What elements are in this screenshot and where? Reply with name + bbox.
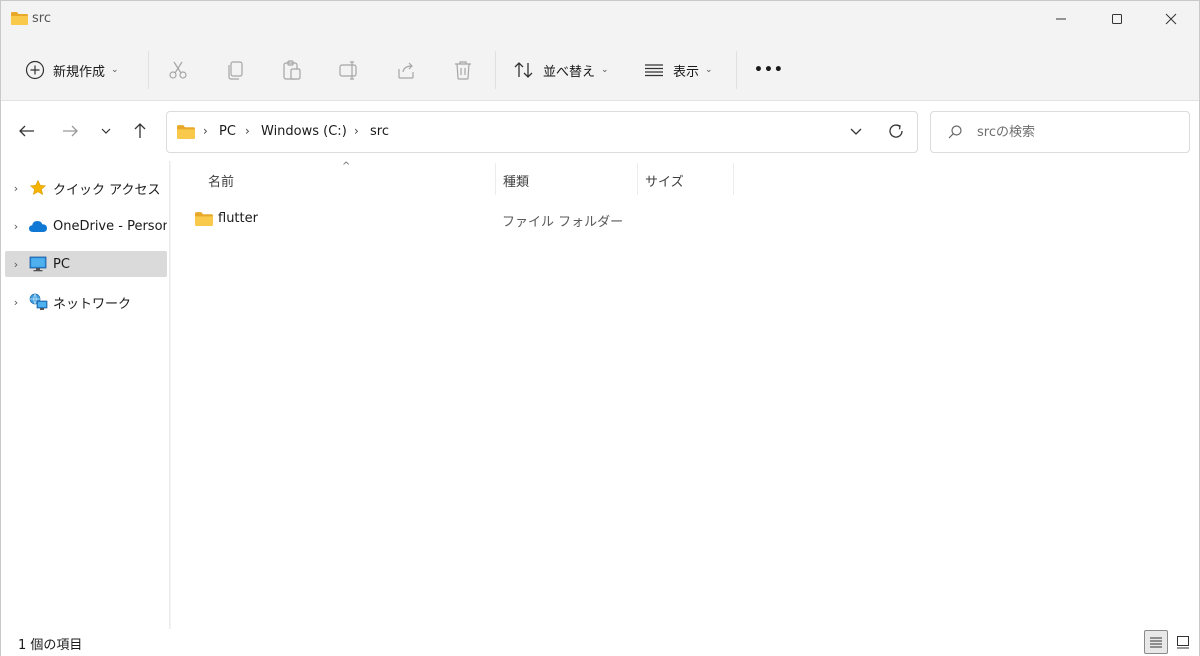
details-view-icon	[1150, 637, 1162, 648]
arrow-left-icon	[19, 125, 34, 137]
copy-icon	[228, 61, 243, 80]
folder-icon	[195, 212, 213, 226]
large-icons-view-button[interactable]	[1171, 630, 1195, 654]
chevron-down-icon: ⌄	[111, 65, 119, 75]
sidebar-item-pc[interactable]: › PC	[5, 251, 167, 277]
sidebar-item-label: ネットワーク	[53, 296, 132, 312]
column-header-name[interactable]: 名前	[208, 171, 234, 190]
title-bar: src	[1, 1, 1199, 39]
chevron-down-icon: ⌄	[601, 65, 609, 75]
folder-icon	[11, 12, 28, 25]
column-header-type[interactable]: 種類	[503, 171, 529, 190]
column-header-size[interactable]: サイズ	[645, 171, 684, 190]
command-bar: 新規作成 ⌄ 並べ替え ⌄ 表示 ⌄ •••	[1, 39, 1199, 101]
chevron-down-icon: ⌄	[705, 65, 713, 75]
sidebar-item-label: クイック アクセス	[53, 182, 161, 198]
file-type: ファイル フォルダー	[502, 215, 624, 230]
navigation-pane: › クイック アクセス › OneDrive - Personal › PC ›	[1, 161, 170, 629]
chevron-right-icon[interactable]: ›	[5, 296, 27, 309]
breadcrumb-separator-icon[interactable]: ›	[245, 124, 250, 138]
address-dropdown-button[interactable]	[849, 124, 863, 142]
window-title: src	[32, 11, 51, 26]
folder-icon	[177, 125, 195, 139]
cut-icon	[169, 61, 187, 79]
rename-icon	[339, 61, 357, 80]
view-button[interactable]: 表示 ⌄	[643, 55, 713, 85]
tiles-view-icon	[1177, 636, 1189, 649]
sidebar-item-network[interactable]: › ネットワーク	[5, 289, 167, 315]
item-count: 1 個の項目	[18, 638, 83, 653]
sidebar-item-quick-access[interactable]: › クイック アクセス	[5, 175, 167, 201]
network-icon	[27, 293, 49, 311]
breadcrumb-separator-icon[interactable]: ›	[203, 124, 208, 138]
search-input[interactable]	[977, 122, 1177, 142]
details-view-button[interactable]	[1144, 630, 1168, 654]
sort-arrows-icon	[514, 62, 533, 78]
file-name: flutter	[218, 211, 258, 226]
more-options-button[interactable]: •••	[754, 55, 784, 85]
view-button-label: 表示	[673, 64, 700, 80]
maximize-button[interactable]	[1089, 1, 1145, 37]
up-button[interactable]	[128, 119, 152, 143]
add-circle-icon	[25, 60, 45, 80]
toolbar-divider	[736, 51, 737, 89]
chevron-right-icon[interactable]: ›	[5, 220, 27, 233]
column-divider[interactable]	[733, 163, 734, 195]
onedrive-cloud-icon	[27, 219, 49, 233]
address-row: › PC › Windows (C:) › src	[1, 101, 1199, 161]
sort-button[interactable]: 並べ替え ⌄	[513, 55, 609, 85]
close-icon	[1165, 13, 1177, 25]
address-bar[interactable]: › PC › Windows (C:) › src	[166, 111, 918, 153]
sidebar-item-label: OneDrive - Personal	[53, 218, 167, 234]
chevron-right-icon[interactable]: ›	[5, 182, 27, 195]
file-row[interactable]: flutter ファイル フォルダー	[189, 205, 729, 233]
chevron-down-icon	[850, 128, 862, 135]
chevron-right-icon[interactable]: ›	[5, 258, 27, 271]
new-button[interactable]: 新規作成 ⌄	[25, 55, 119, 85]
maximize-icon	[1112, 14, 1122, 24]
star-icon	[27, 179, 49, 197]
toolbar-divider	[495, 51, 496, 89]
column-divider[interactable]	[637, 163, 638, 195]
close-button[interactable]	[1143, 1, 1199, 37]
search-icon	[948, 125, 962, 139]
copy-button[interactable]	[225, 55, 247, 85]
sidebar-item-label: PC	[53, 256, 70, 272]
more-options-icon: •••	[754, 62, 784, 78]
delete-button[interactable]	[452, 55, 474, 85]
paste-icon	[283, 60, 301, 80]
breadcrumb-separator-icon[interactable]: ›	[354, 124, 359, 138]
minimize-icon	[1056, 18, 1066, 20]
breadcrumb-pc[interactable]: PC	[219, 124, 236, 139]
paste-button[interactable]	[281, 55, 303, 85]
sidebar-item-onedrive[interactable]: › OneDrive - Personal	[5, 213, 167, 239]
chevron-down-icon	[101, 128, 111, 134]
arrow-up-icon	[134, 123, 146, 138]
sort-ascending-icon: ^	[342, 161, 351, 172]
breadcrumb-drive[interactable]: Windows (C:)	[261, 124, 347, 139]
toolbar-divider	[148, 51, 149, 89]
minimize-button[interactable]	[1033, 1, 1089, 37]
search-box[interactable]	[930, 111, 1190, 153]
recent-locations-button[interactable]	[94, 119, 118, 143]
cut-button[interactable]	[167, 55, 189, 85]
refresh-button[interactable]	[887, 122, 905, 144]
status-bar: 1 個の項目	[1, 629, 1199, 656]
back-button[interactable]	[15, 119, 39, 143]
pc-monitor-icon	[27, 256, 49, 272]
share-icon	[398, 62, 414, 79]
view-lines-icon	[645, 64, 663, 77]
sort-button-label: 並べ替え	[543, 64, 596, 80]
explorer-window: src 新規作成 ⌄ 並べ替え ⌄ 表示 ⌄ ••• › PC › Window…	[0, 0, 1200, 656]
new-button-label: 新規作成	[53, 64, 106, 80]
arrow-right-icon	[63, 125, 78, 137]
file-list-pane: ^ 名前 種類 サイズ flutter ファイル フォルダー	[171, 161, 1199, 629]
refresh-icon	[889, 124, 903, 138]
breadcrumb-src[interactable]: src	[370, 124, 389, 139]
column-divider[interactable]	[495, 163, 496, 195]
rename-button[interactable]	[338, 55, 360, 85]
trash-icon	[455, 61, 471, 80]
share-button[interactable]	[395, 55, 417, 85]
forward-button[interactable]	[58, 119, 82, 143]
